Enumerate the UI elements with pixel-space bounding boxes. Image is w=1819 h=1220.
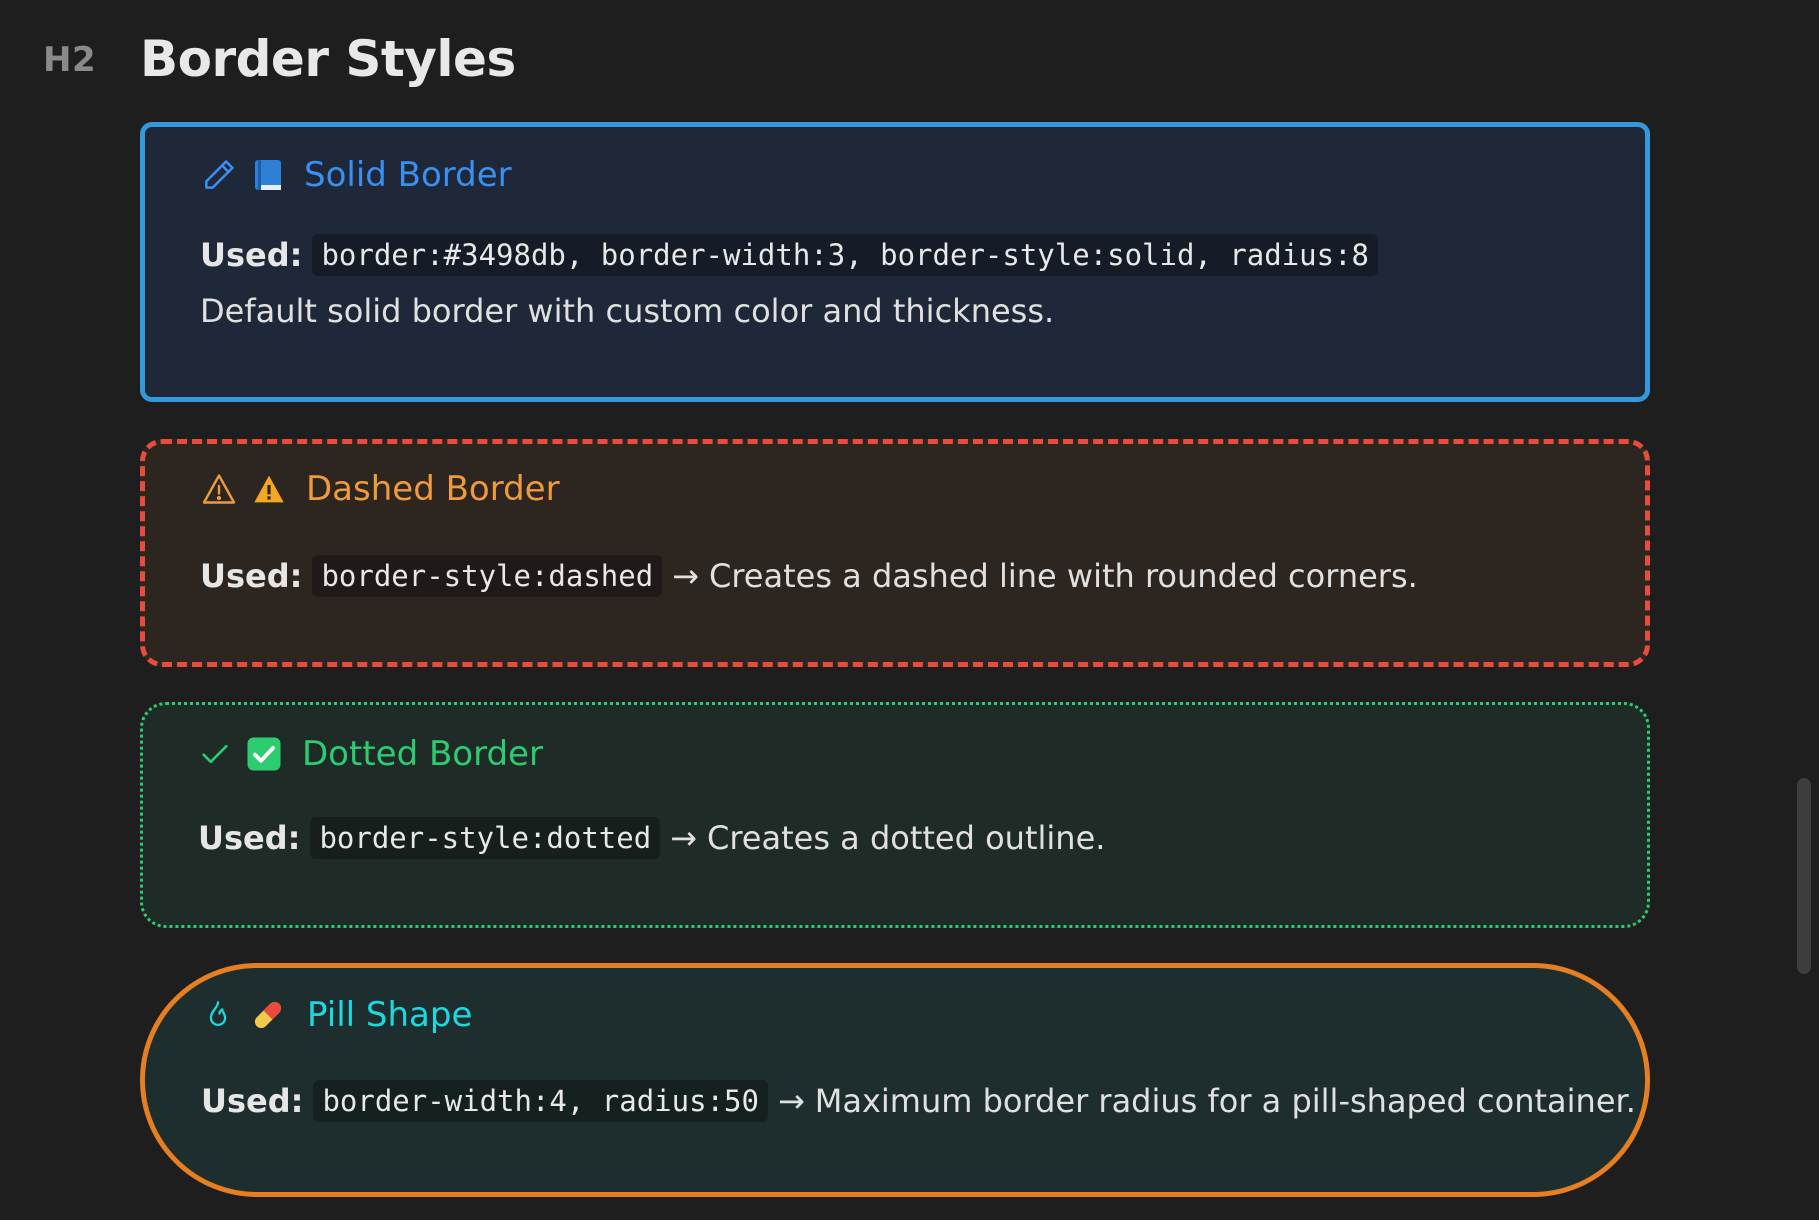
pill-icon <box>249 996 287 1034</box>
callout-description: Creates a dashed line with rounded corne… <box>708 557 1418 595</box>
callout-title: Pill Shape <box>307 995 473 1035</box>
code-snippet: border-style:dotted <box>310 817 661 859</box>
arrow-glyph: → <box>672 557 699 595</box>
callout-title-row: Dotted Border <box>198 734 543 774</box>
used-label: Used: <box>200 557 303 595</box>
check-icon <box>198 737 232 771</box>
used-label: Used: <box>198 819 301 857</box>
used-line: Used: border-style:dotted → Creates a do… <box>198 817 1105 859</box>
used-label: Used: <box>200 236 303 274</box>
callout-title: Dashed Border <box>306 469 560 509</box>
code-snippet: border:#3498db, border-width:3, border-s… <box>312 234 1379 276</box>
used-line: Used: border-style:dashed → Creates a da… <box>200 555 1418 597</box>
pencil-icon <box>200 156 238 194</box>
page-title: Border Styles <box>140 30 516 88</box>
arrow-glyph: → <box>670 819 697 857</box>
flame-icon <box>201 997 235 1033</box>
used-line: Used: border:#3498db, border-width:3, bo… <box>200 234 1379 276</box>
callout-description: Default solid border with custom color a… <box>200 292 1055 330</box>
blue-book-icon <box>252 158 284 192</box>
callout-pill-shape[interactable]: Pill Shape Used: border-width:4, radius:… <box>140 963 1650 1197</box>
heading-row: H2 Border Styles <box>0 22 1700 98</box>
warning-filled-icon <box>252 473 286 505</box>
arrow-glyph: → <box>777 1082 805 1120</box>
callout-title-row: Dashed Border <box>200 469 560 509</box>
used-label: Used: <box>201 1082 304 1120</box>
code-snippet: border-width:4, radius:50 <box>313 1080 768 1122</box>
callout-dashed-border[interactable]: Dashed Border Used: border-style:dashed … <box>140 439 1650 667</box>
used-line: Used: border-width:4, radius:50 → Maximu… <box>201 1080 1636 1122</box>
callout-title: Solid Border <box>304 155 512 195</box>
callout-description: Maximum border radius for a pill-shaped … <box>814 1082 1636 1120</box>
callout-solid-border[interactable]: Solid Border Used: border:#3498db, borde… <box>140 122 1650 402</box>
callout-description: Creates a dotted outline. <box>706 819 1106 857</box>
page: H2 Border Styles Solid Border Used: bord… <box>0 0 1819 1220</box>
code-snippet: border-style:dashed <box>312 555 663 597</box>
heading-level-marker[interactable]: H2 <box>43 40 96 80</box>
check-box-icon <box>246 736 282 772</box>
callout-title-row: Solid Border <box>200 155 512 195</box>
warning-outline-icon <box>200 471 238 507</box>
callout-title-row: Pill Shape <box>201 995 472 1035</box>
vertical-scrollbar-thumb[interactable] <box>1797 778 1811 974</box>
callout-dotted-border[interactable]: Dotted Border Used: border-style:dotted … <box>140 702 1650 928</box>
callout-title: Dotted Border <box>302 734 543 774</box>
